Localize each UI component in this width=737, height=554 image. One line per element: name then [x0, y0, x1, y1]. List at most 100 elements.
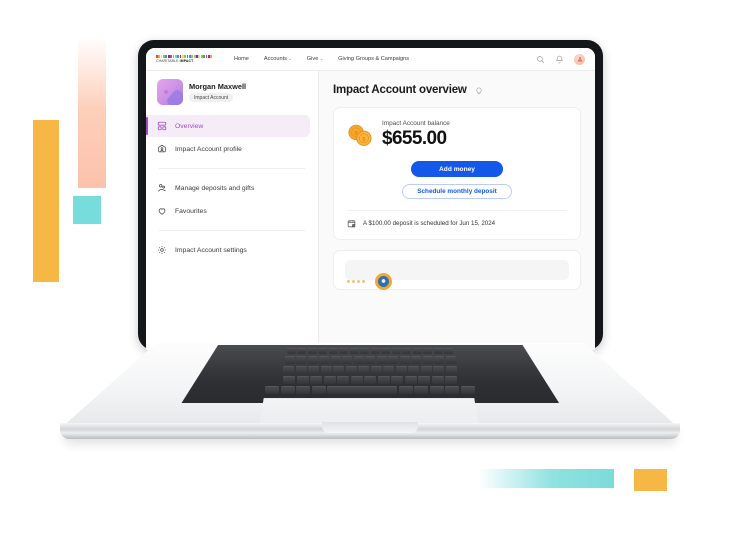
keyboard-key: [342, 356, 352, 364]
keyboard-key: [286, 348, 296, 354]
lightbulb-icon[interactable]: [474, 85, 484, 95]
keyboard-key: [311, 386, 326, 394]
nav-item-giving-groups-campaigns[interactable]: Giving Groups & Campaigns: [338, 56, 409, 62]
coins-icon: $ $: [348, 124, 372, 146]
scheduled-deposit-text: A $100.00 deposit is scheduled for Jun 1…: [363, 220, 496, 227]
laptop-base: [60, 343, 680, 450]
brand-wordmark: CHARITABLE IMPACT: [156, 59, 212, 63]
keyboard-key: [411, 356, 421, 364]
secondary-card-inner: [345, 260, 569, 290]
keyboard-key: [433, 366, 445, 374]
keyboard-key: [283, 366, 295, 374]
keyboard-key: [395, 366, 407, 374]
keyboard-key: [418, 376, 430, 384]
nav-label: Accounts: [263, 56, 287, 62]
keyboard-key: [265, 386, 280, 394]
brand-word-bold: IMPACT: [179, 59, 194, 64]
nav-item-home[interactable]: Home: [234, 56, 249, 62]
keyboard-key: [319, 356, 329, 364]
keyboard: [181, 345, 560, 403]
keyboard-key: [422, 356, 433, 364]
calendar-scheduled-icon: [347, 220, 356, 228]
profile-shape: [165, 88, 183, 105]
sidebar-item-impact-account-profile[interactable]: Impact Account profile: [146, 138, 310, 160]
sidebar-profile[interactable]: Morgan Maxwell Impact Account: [146, 79, 318, 114]
sidebar-item-label: Overview: [175, 122, 204, 130]
nav-item-accounts[interactable]: Accounts ⌄: [264, 56, 292, 62]
chevron-down-icon: ⌄: [319, 56, 324, 61]
add-money-button[interactable]: Add money: [411, 161, 503, 177]
keyboard-key: [358, 366, 370, 374]
balance-row: $ $ Impact Account balance $655.00: [347, 120, 567, 150]
keyboard-key: [307, 356, 318, 364]
keyboard-key: [365, 356, 375, 364]
keyboard-key: [445, 366, 457, 374]
heart-icon: [158, 208, 166, 215]
keyboard-key: [388, 356, 398, 364]
gear-icon: [158, 246, 166, 254]
keyboard-key: [296, 356, 306, 364]
keyboard-key: [402, 348, 412, 354]
keyboard-row: [182, 376, 560, 384]
app-body: Morgan Maxwell Impact Account Overview I…: [146, 71, 595, 350]
dashboard-grid-icon: [157, 121, 167, 131]
keyboard-key: [364, 376, 376, 384]
keyboard-key: [445, 356, 456, 364]
avatar[interactable]: [574, 53, 585, 65]
keyboard-key: [398, 386, 413, 394]
decor-amber-bar: [33, 120, 59, 282]
keyboard-key: [377, 376, 390, 384]
profile-name: Morgan Maxwell: [189, 81, 247, 91]
keyboard-key: [420, 366, 432, 374]
bell-icon[interactable]: [555, 55, 564, 64]
keyboard-key: [308, 366, 320, 374]
nav-label: Home: [234, 56, 249, 62]
keyboard-key: [349, 348, 359, 354]
keyboard-key: [445, 376, 457, 384]
sidebar-divider: [159, 230, 305, 231]
keyboard-key: [339, 348, 349, 354]
keyboard-key: [391, 348, 401, 354]
keyboard-key: [330, 356, 341, 364]
keyboard-key: [408, 366, 420, 374]
brand-word-light: CHARITABLE: [156, 59, 180, 64]
keyboard-key: [307, 348, 317, 354]
brand-logo[interactable]: CHARITABLE IMPACT: [156, 54, 213, 63]
laptop-front-notch: [322, 422, 418, 433]
keyboard-key: [404, 376, 417, 384]
search-icon[interactable]: [536, 55, 545, 64]
keyboard-row: [182, 386, 560, 394]
keyboard-key: [370, 366, 382, 374]
sidebar-item-impact-account-settings[interactable]: Impact Account settings: [146, 239, 310, 261]
keyboard-row: [182, 348, 560, 354]
keyboard-key: [280, 386, 295, 394]
keyboard-key: [333, 366, 345, 374]
keyboard-key: [370, 348, 380, 354]
balance-text: Impact Account balance $655.00: [382, 120, 450, 150]
balance-actions: Add money Schedule monthly deposit: [347, 161, 567, 199]
sidebar-item-overview[interactable]: Overview: [146, 115, 310, 137]
user-icon: [577, 57, 582, 62]
nav-item-give[interactable]: Give ⌄: [307, 56, 323, 62]
keyboard-key: [310, 376, 322, 384]
keyboard-key: [350, 376, 363, 384]
brand-pixel-grid: [156, 54, 213, 59]
schedule-monthly-deposit-button[interactable]: Schedule monthly deposit: [402, 184, 512, 199]
nav-label: Give: [306, 56, 319, 62]
keyboard-key: [376, 356, 387, 364]
top-navigation-bar: CHARITABLE IMPACT Home Accounts ⌄ Give ⌄ G…: [146, 48, 595, 71]
keyboard-key: [296, 386, 311, 394]
circular-avatar-icon: [375, 273, 392, 290]
balance-card: $ $ Impact Account balance $655.00 Add m…: [333, 107, 581, 240]
keyboard-key: [283, 376, 295, 384]
keyboard-key: [431, 376, 444, 384]
keyboard-key: [360, 348, 370, 354]
keyboard-key: [327, 386, 398, 394]
scheduled-deposit-notice: A $100.00 deposit is scheduled for Jun 1…: [347, 210, 567, 228]
keyboard-row: [182, 356, 560, 364]
keyboard-key: [328, 348, 338, 354]
sidebar-item-favourites[interactable]: Favourites: [146, 200, 310, 222]
sidebar-item-manage-deposits-and-gifts[interactable]: Manage deposits and gifts: [146, 177, 310, 199]
keyboard-key: [460, 386, 475, 394]
profile-account-badge: Impact Account: [189, 93, 234, 103]
